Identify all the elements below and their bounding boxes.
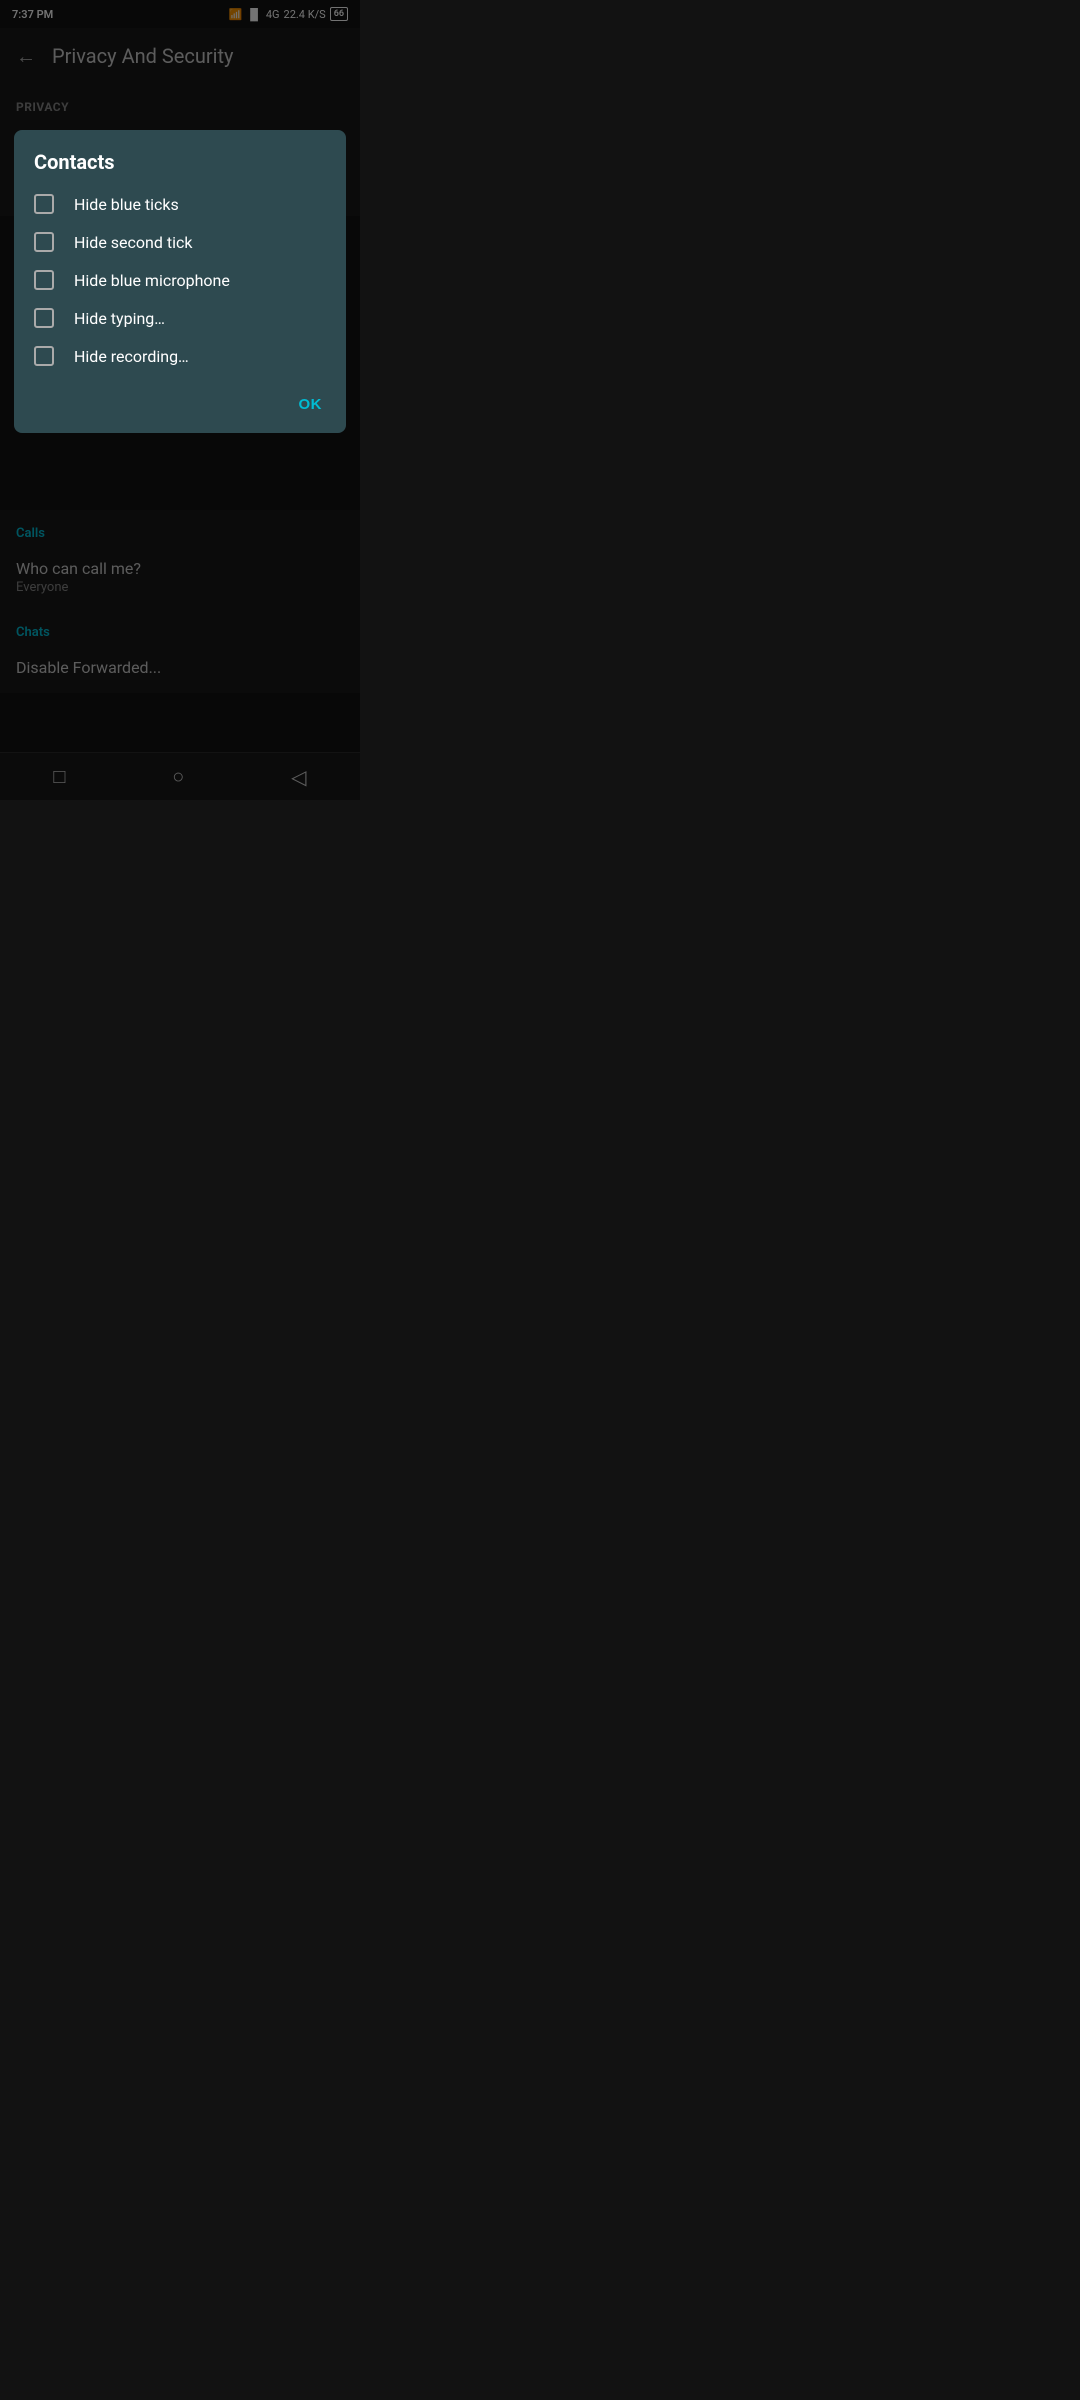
hide-second-tick-row[interactable]: Hide second tick: [34, 232, 326, 252]
hide-typing-row[interactable]: Hide typing…: [34, 308, 326, 328]
hide-blue-ticks-checkbox[interactable]: [34, 194, 54, 214]
hide-blue-microphone-checkbox[interactable]: [34, 270, 54, 290]
hide-second-tick-checkbox[interactable]: [34, 232, 54, 252]
hide-second-tick-label: Hide second tick: [74, 233, 192, 252]
hide-typing-checkbox[interactable]: [34, 308, 54, 328]
hide-blue-microphone-label: Hide blue microphone: [74, 271, 230, 290]
hide-blue-ticks-label: Hide blue ticks: [74, 195, 179, 214]
ok-button[interactable]: OK: [295, 388, 327, 421]
hide-recording-checkbox[interactable]: [34, 346, 54, 366]
dialog-title: Contacts: [34, 150, 326, 174]
dialog-actions: OK: [34, 384, 326, 421]
hide-blue-ticks-row[interactable]: Hide blue ticks: [34, 194, 326, 214]
hide-recording-row[interactable]: Hide recording…: [34, 346, 326, 366]
contacts-dialog: Contacts Hide blue ticks Hide second tic…: [14, 130, 346, 433]
hide-recording-label: Hide recording…: [74, 347, 189, 366]
hide-typing-label: Hide typing…: [74, 309, 165, 328]
hide-blue-microphone-row[interactable]: Hide blue microphone: [34, 270, 326, 290]
